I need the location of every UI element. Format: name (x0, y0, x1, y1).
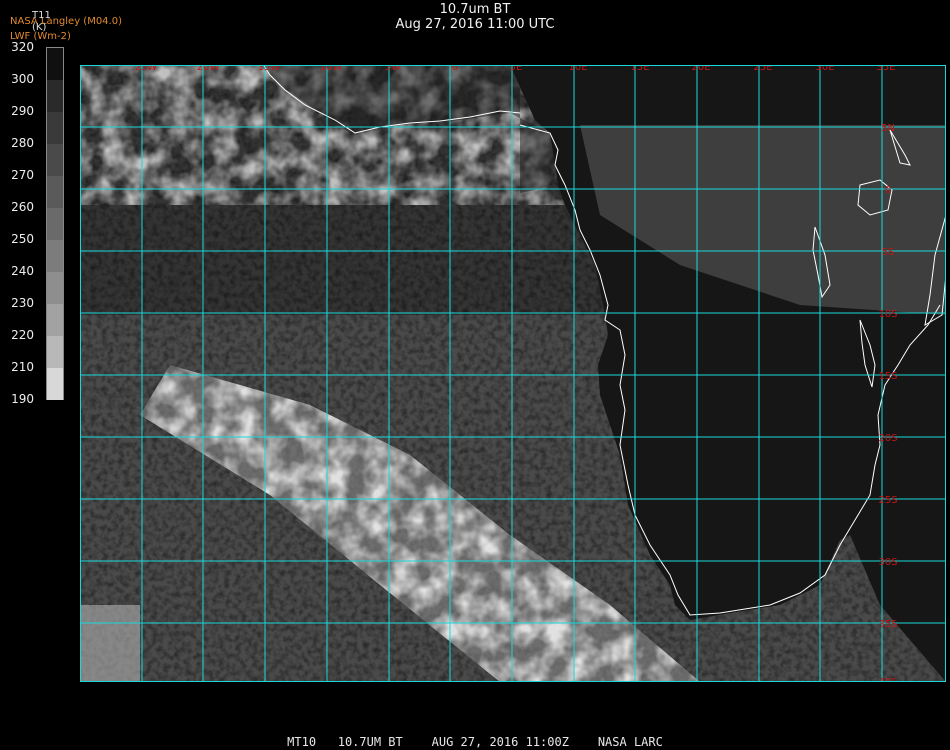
colorbar-tick-label: 210 (11, 360, 34, 374)
colorbar-tick-label: 270 (11, 168, 34, 182)
latitude-label: 30S (878, 557, 897, 568)
latitude-label: 5S (882, 247, 895, 258)
colorbar-segment (47, 272, 63, 304)
longitude-label: 25W (135, 65, 158, 73)
colorbar-variable: T11 (32, 10, 51, 21)
latitude-label: 5N (881, 123, 895, 134)
longitude-label: 20W (197, 65, 220, 73)
longitude-label: 5E (510, 65, 523, 73)
latitude-label: 35S (878, 619, 897, 630)
colorbar-segment (47, 240, 63, 272)
colorbar-segment (47, 208, 63, 240)
latitude-label: 15S (878, 371, 897, 382)
colorbar-tick-label: 290 (11, 104, 34, 118)
longitude-label: 20E (691, 65, 710, 73)
colorbar-tick-label: 220 (11, 328, 34, 342)
colorbar-segment (47, 144, 63, 176)
colorbar-unit: (K) (32, 22, 47, 33)
satellite-map: 25W 20W 15W 10W 5W 0 5E 10E 15E 20E 25E 30E 35E 5N 0 5… (80, 65, 946, 682)
colorbar-tick-label: 280 (11, 136, 34, 150)
longitude-label: 15W (258, 65, 281, 73)
footer-caption: MT10 10.7UM BT AUG 27, 2016 11:00Z NASA … (287, 735, 663, 749)
colorbar-tick-label: 260 (11, 200, 34, 214)
colorbar-segment (47, 48, 63, 80)
longitude-label: 0 (452, 65, 458, 73)
latitude-label: 20S (878, 433, 897, 444)
longitude-label: 30E (815, 65, 834, 73)
colorbar-tick-label: 190 (11, 392, 34, 406)
colorbar-tick-label: 320 (11, 40, 34, 54)
latitude-label: 10S (878, 309, 897, 320)
longitude-label: 35E (876, 65, 895, 73)
colorbar-segment (47, 112, 63, 144)
colorbar-tick-label: 240 (11, 264, 34, 278)
map-title: 10.7um BT (439, 2, 511, 17)
longitude-label: 25E (753, 65, 772, 73)
colorbar-tick-label: 300 (11, 72, 34, 86)
latitude-label: 25S (878, 495, 897, 506)
longitude-label: 15E (630, 65, 649, 73)
longitude-label: 10E (568, 65, 587, 73)
longitude-label: 10W (320, 65, 343, 73)
credit-producer: NASA Langley (M04.0) (10, 16, 122, 27)
colorbar-tick-label: 250 (11, 232, 34, 246)
colorbar-segment (47, 176, 63, 208)
colorbar-segment (47, 304, 63, 336)
latitude-label: 0 (885, 185, 891, 196)
longitude-label: 5W (385, 65, 401, 73)
map-timestamp: Aug 27, 2016 11:00 UTC (395, 17, 555, 32)
colorbar-tick-label: 230 (11, 296, 34, 310)
colorbar-segment (47, 336, 63, 368)
colorbar-segment (47, 368, 63, 400)
colorbar (46, 47, 64, 400)
colorbar-segment (47, 80, 63, 112)
